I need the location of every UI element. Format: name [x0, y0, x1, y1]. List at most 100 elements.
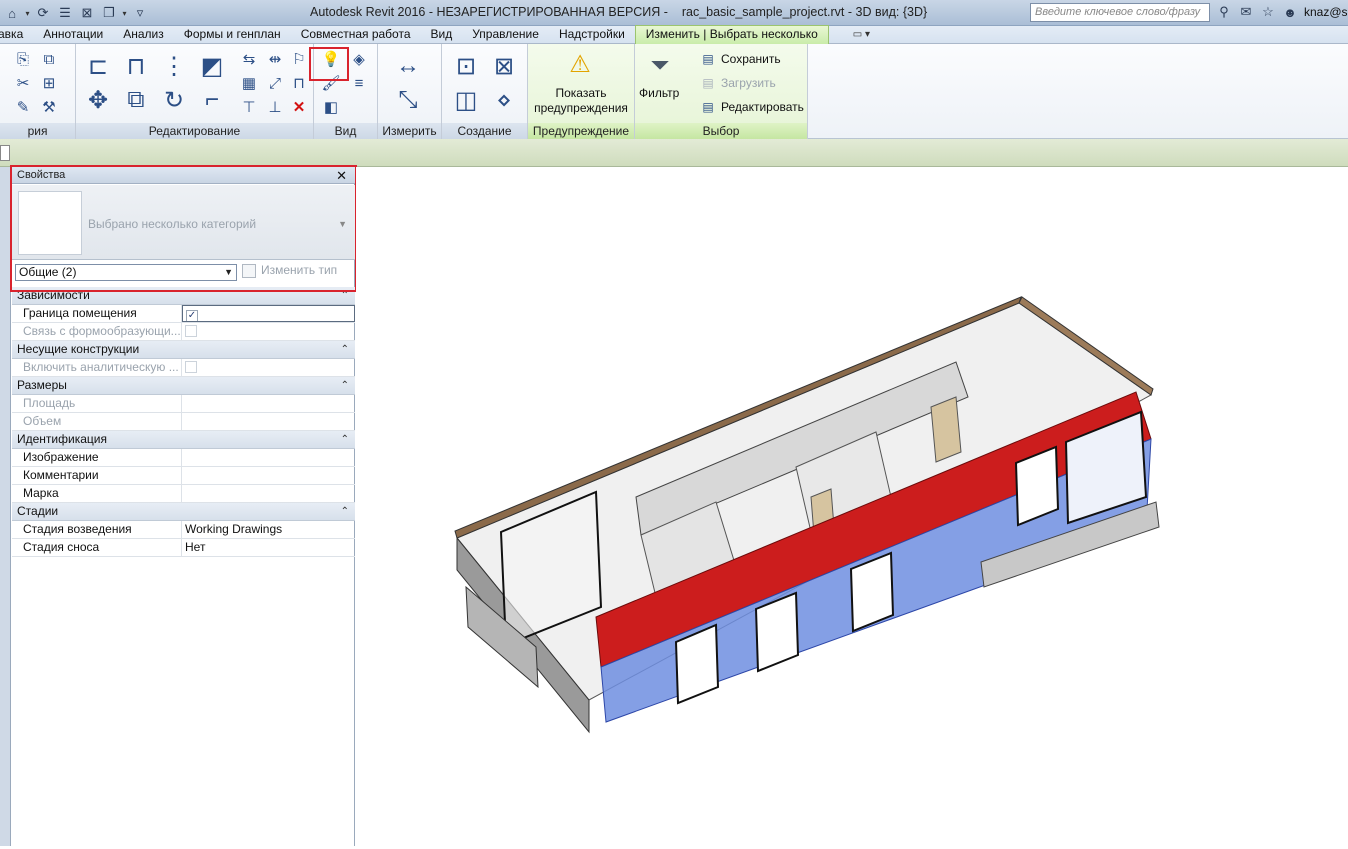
create-parts-icon[interactable]: ⊠: [488, 50, 520, 82]
property-group-label: Несущие конструкции: [17, 342, 140, 356]
checkbox-checked-icon[interactable]: ✓: [186, 310, 198, 321]
close-hidden-icon[interactable]: ⊠: [77, 4, 97, 22]
star-icon[interactable]: ☆: [1258, 3, 1278, 21]
property-value[interactable]: [182, 449, 355, 466]
panel-label-geometry: рия: [0, 123, 75, 139]
align-icon[interactable]: ⊏: [82, 50, 114, 82]
measure-icon[interactable]: ↔: [392, 50, 424, 82]
property-group[interactable]: Идентификация ⌃: [12, 431, 355, 449]
save-selection-label[interactable]: Сохранить: [721, 52, 781, 66]
tab-modify-multi-select[interactable]: Изменить | Выбрать несколько: [634, 25, 829, 44]
create-group-icon[interactable]: ◫: [450, 84, 482, 116]
property-row[interactable]: Включить аналитическую ...: [12, 359, 355, 377]
property-value[interactable]: Working Drawings: [182, 521, 355, 538]
settings-icon[interactable]: ☰: [55, 4, 75, 22]
mirror-draw-icon[interactable]: ◩: [196, 50, 228, 82]
app-menu-arrow-icon[interactable]: ▾: [24, 4, 31, 22]
building-model[interactable]: [356, 167, 1348, 846]
quick-access-toolbar: ⌂ ▾ ⟳ ☰ ⊠ ❐ ▾ ▿: [2, 3, 150, 23]
property-name: Марка: [12, 485, 182, 502]
line-weight-icon[interactable]: ≡: [348, 72, 370, 94]
property-row[interactable]: Марка: [12, 485, 355, 503]
ribbon-minimize-icon[interactable]: ▭ ▾: [853, 29, 870, 40]
offset-icon[interactable]: ⊓: [120, 50, 152, 82]
panel-label-view: Вид: [314, 123, 377, 139]
edit-selection-label[interactable]: Редактировать: [721, 100, 804, 114]
property-group[interactable]: Стадии ⌃: [12, 503, 355, 521]
copy-elements-icon[interactable]: ⧉: [120, 84, 152, 116]
collapse-icon[interactable]: ⌃: [341, 431, 349, 448]
app-menu-icon[interactable]: ⌂: [2, 4, 22, 22]
save-selection-icon[interactable]: ▤: [697, 48, 719, 70]
switch-windows-arrow-icon[interactable]: ▾: [121, 4, 128, 22]
collapse-icon[interactable]: ⌃: [341, 377, 349, 394]
user-icon[interactable]: ☻: [1280, 3, 1300, 21]
tab-manage[interactable]: Управление: [462, 26, 549, 44]
property-row[interactable]: Связь с формообразующи...: [12, 323, 355, 341]
property-row[interactable]: Комментарии: [12, 467, 355, 485]
search-input[interactable]: Введите ключевое слово/фразу: [1030, 3, 1210, 22]
array-icon[interactable]: ▦: [238, 72, 260, 94]
property-value[interactable]: [182, 485, 355, 502]
collapse-icon[interactable]: ⌃: [341, 341, 349, 358]
property-value: [182, 323, 355, 340]
user-name[interactable]: knaz@s: [1304, 5, 1348, 19]
show-warnings-label-1[interactable]: Показать: [528, 86, 634, 100]
tab-insert[interactable]: авка: [0, 26, 33, 44]
mirror-axis-icon[interactable]: ⋮: [158, 50, 190, 82]
3d-viewport[interactable]: [356, 167, 1348, 846]
property-row[interactable]: Стадия возведения Working Drawings: [12, 521, 355, 539]
override-graphics-icon[interactable]: ◈: [348, 48, 370, 70]
tab-annotate[interactable]: Аннотации: [33, 26, 113, 44]
property-row[interactable]: Объем: [12, 413, 355, 431]
split-icon[interactable]: ⇆: [238, 48, 260, 70]
selection-box-icon[interactable]: ◧: [320, 96, 342, 118]
property-value[interactable]: ✓: [182, 305, 355, 322]
sync-icon[interactable]: ⟳: [33, 4, 53, 22]
pin-icon[interactable]: ⊓: [288, 72, 310, 94]
property-group[interactable]: Несущие конструкции ⌃: [12, 341, 355, 359]
hammer-icon[interactable]: ⚒: [38, 96, 60, 118]
tab-analyze[interactable]: Анализ: [113, 26, 174, 44]
show-warnings-label-2[interactable]: предупреждения: [528, 101, 634, 115]
dimension-icon[interactable]: ⤡: [392, 84, 424, 116]
property-row[interactable]: Граница помещения ✓: [12, 305, 355, 323]
options-bar-field[interactable]: [0, 145, 10, 161]
tab-view[interactable]: Вид: [421, 26, 463, 44]
property-row[interactable]: Изображение: [12, 449, 355, 467]
property-value[interactable]: [182, 467, 355, 484]
property-row[interactable]: Стадия сноса Нет: [12, 539, 355, 557]
property-row[interactable]: Площадь: [12, 395, 355, 413]
tab-massing[interactable]: Формы и генплан: [174, 26, 291, 44]
filter-icon[interactable]: ⏷: [644, 50, 676, 82]
cut-icon[interactable]: ✂: [12, 72, 34, 94]
property-name: Граница помещения: [12, 305, 182, 322]
create-assembly-icon[interactable]: ⊡: [450, 50, 482, 82]
split-gap-icon[interactable]: ⇹: [264, 48, 286, 70]
paste-icon[interactable]: ⎘: [12, 48, 34, 70]
create-similar-icon[interactable]: ⋄: [488, 84, 520, 116]
scale-icon[interactable]: ⤢: [264, 72, 286, 94]
customize-toolbar-icon[interactable]: ▿: [130, 4, 150, 22]
tab-collaborate[interactable]: Совместная работа: [291, 26, 421, 44]
warning-icon[interactable]: ⚠: [564, 48, 596, 80]
property-group[interactable]: Размеры ⌃: [12, 377, 355, 395]
switch-windows-icon[interactable]: ❐: [99, 4, 119, 22]
property-value[interactable]: Нет: [182, 539, 355, 556]
trim-multiple-icon[interactable]: ⊤: [238, 96, 260, 118]
paint-icon[interactable]: ✎: [12, 96, 34, 118]
tab-addins[interactable]: Надстройки: [549, 26, 635, 44]
filter-label[interactable]: Фильтр: [639, 86, 679, 100]
edit-selection-icon[interactable]: ▤: [697, 96, 719, 118]
move-icon[interactable]: ✥: [82, 84, 114, 116]
unpin-icon[interactable]: ⚐: [288, 48, 310, 70]
copy-icon[interactable]: ⧉: [38, 48, 60, 70]
subscription-icon[interactable]: ✉: [1236, 3, 1256, 21]
join-icon[interactable]: ⊞: [38, 72, 60, 94]
rotate-icon[interactable]: ↻: [158, 84, 190, 116]
extend-icon[interactable]: ⊥: [264, 96, 286, 118]
delete-icon[interactable]: ✕: [288, 96, 310, 118]
trim-icon[interactable]: ⌐: [196, 84, 228, 116]
binoculars-icon[interactable]: ⚲: [1214, 3, 1234, 21]
collapse-icon[interactable]: ⌃: [341, 503, 349, 520]
